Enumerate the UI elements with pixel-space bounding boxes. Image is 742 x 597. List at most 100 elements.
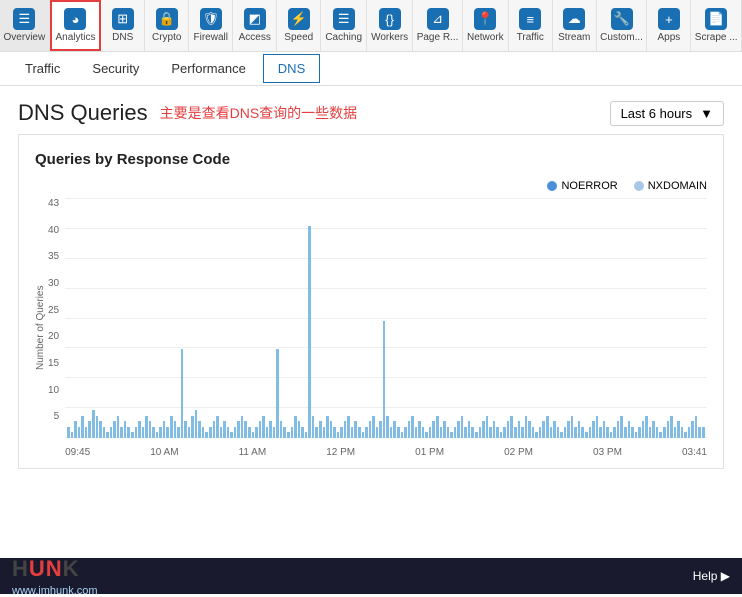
- nav-item-crypto[interactable]: 🔒 Crypto: [145, 0, 189, 51]
- bar: [202, 427, 205, 438]
- bar: [255, 427, 258, 438]
- bar: [308, 226, 311, 438]
- footer-logo: HUNK: [12, 560, 80, 580]
- tab-dns[interactable]: DNS: [263, 54, 320, 83]
- bar: [642, 421, 645, 438]
- bar: [340, 427, 343, 438]
- bar: [266, 427, 269, 438]
- nav-label-dns: DNS: [112, 32, 133, 43]
- nav-label-caching: Caching: [325, 32, 362, 43]
- bar: [198, 421, 201, 438]
- bar: [525, 416, 528, 438]
- nav-item-network[interactable]: 📍 Network: [463, 0, 509, 51]
- y-tick: 40: [48, 225, 59, 236]
- bar: [74, 421, 77, 438]
- nav-label-overview: Overview: [4, 32, 46, 43]
- tab-security[interactable]: Security: [77, 54, 154, 83]
- nav-label-scrape: Scrape ...: [695, 32, 738, 43]
- bar: [181, 349, 184, 438]
- speed-icon: ⚡: [288, 8, 310, 30]
- nav-item-caching[interactable]: ☰ Caching: [321, 0, 367, 51]
- y-axis-ticks: 43403530252015105: [48, 198, 65, 458]
- nav-item-scrape[interactable]: 📄 Scrape ...: [691, 0, 742, 51]
- bar: [195, 410, 198, 438]
- bar: [244, 421, 247, 438]
- bar: [564, 427, 567, 438]
- nav-item-dns[interactable]: ⊞ DNS: [101, 0, 145, 51]
- nav-item-custom[interactable]: 🔧 Custom...: [597, 0, 648, 51]
- nav-item-speed[interactable]: ⚡ Speed: [277, 0, 321, 51]
- traffic-icon: ≡: [519, 8, 541, 30]
- bar: [379, 421, 382, 438]
- nav-item-analytics[interactable]: ◕ Analytics: [50, 0, 101, 51]
- bar: [489, 427, 492, 438]
- nav-item-stream[interactable]: ☁ Stream: [553, 0, 597, 51]
- bar: [152, 427, 155, 438]
- bar: [330, 421, 333, 438]
- nav-label-workers: Workers: [371, 32, 408, 43]
- x-label: 02 PM: [504, 447, 533, 458]
- time-selector[interactable]: Last 6 hours ▼: [610, 101, 724, 126]
- bar: [571, 416, 574, 438]
- bar: [606, 427, 609, 438]
- nav-label-firewall: Firewall: [194, 32, 228, 43]
- nav-item-traffic[interactable]: ≡ Traffic: [509, 0, 553, 51]
- bar: [454, 427, 457, 438]
- bar: [557, 427, 560, 438]
- nav-label-speed: Speed: [284, 32, 313, 43]
- bar: [471, 427, 474, 438]
- y-tick: 10: [48, 385, 59, 396]
- bar: [397, 427, 400, 438]
- firewall-icon: 🛡: [200, 8, 222, 30]
- chart-inner: 09:4510 AM11 AM12 PM01 PM02 PM03 PM03:41: [65, 198, 707, 458]
- bar: [468, 421, 471, 438]
- bar: [681, 427, 684, 438]
- nav-label-stream: Stream: [558, 32, 590, 43]
- bar: [479, 427, 482, 438]
- y-tick: 20: [48, 331, 59, 342]
- bar: [422, 427, 425, 438]
- nav-item-overview[interactable]: ☰ Overview: [0, 0, 50, 51]
- bar: [486, 416, 489, 438]
- bar: [596, 416, 599, 438]
- page-title: DNS Queries: [18, 100, 148, 126]
- tab-performance[interactable]: Performance: [156, 54, 260, 83]
- dns-icon: ⊞: [112, 8, 134, 30]
- nav-item-workers[interactable]: {} Workers: [367, 0, 413, 51]
- bar: [702, 427, 705, 438]
- bar: [599, 427, 602, 438]
- custom-icon: 🔧: [611, 8, 633, 30]
- caching-icon: ☰: [333, 8, 355, 30]
- x-label: 12 PM: [326, 447, 355, 458]
- bar: [542, 421, 545, 438]
- bar: [283, 427, 286, 438]
- chart-title: Queries by Response Code: [35, 151, 707, 168]
- tab-traffic[interactable]: Traffic: [10, 54, 75, 83]
- bar: [574, 427, 577, 438]
- footer: HUNK www.imhunk.com Help ▶: [0, 558, 742, 594]
- bar: [567, 421, 570, 438]
- y-tick: 30: [48, 278, 59, 289]
- nav-item-access[interactable]: ◩ Access: [233, 0, 277, 51]
- chevron-down-icon: ▼: [700, 106, 713, 121]
- bar: [628, 421, 631, 438]
- bar: [383, 321, 386, 438]
- bar: [674, 427, 677, 438]
- legend-nxdomain: NXDOMAIN: [634, 180, 707, 192]
- workers-icon: {}: [379, 8, 401, 30]
- bar: [81, 416, 84, 438]
- chart-with-axes: Number of Queries 43403530252015105 09:4…: [35, 198, 707, 458]
- help-link[interactable]: Help ▶: [693, 569, 730, 583]
- nav-item-apps[interactable]: + Apps: [647, 0, 691, 51]
- bar: [539, 427, 542, 438]
- bar: [645, 416, 648, 438]
- nav-item-firewall[interactable]: 🛡 Firewall: [189, 0, 233, 51]
- nav-item-pagerules[interactable]: ⊿ Page R...: [413, 0, 463, 51]
- bar: [411, 416, 414, 438]
- bar: [174, 421, 177, 438]
- bar: [670, 416, 673, 438]
- bar: [510, 416, 513, 438]
- bar: [620, 416, 623, 438]
- chart-container: Queries by Response Code NOERROR NXDOMAI…: [18, 134, 724, 469]
- x-axis: 09:4510 AM11 AM12 PM01 PM02 PM03 PM03:41: [65, 438, 707, 458]
